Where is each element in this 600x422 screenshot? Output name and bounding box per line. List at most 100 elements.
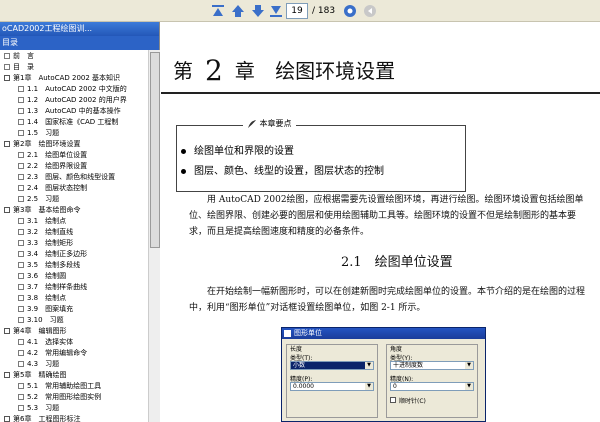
expand-toggle-icon[interactable] [4,141,10,147]
chevron-down-icon: ▼ [365,383,373,390]
bookmark-label: 1.4 国家标准《CAD 工程制 [27,118,119,126]
bookmark-item[interactable]: 前 言 [4,52,34,61]
bookmark-icon [18,174,24,180]
bookmark-item[interactable]: 1.4 国家标准《CAD 工程制 [18,118,118,127]
angle-type-select[interactable]: 十进制度数 ▼ [390,361,474,370]
bookmark-item[interactable]: 3.3 绘制矩形 [18,239,73,248]
chapter-number: 2 [205,54,223,87]
bookmark-item[interactable]: 5.2 常用图形绘图实例 [18,393,101,402]
bookmark-item[interactable]: 第1章 AutoCAD 2002 基本知识 [4,74,120,83]
bookmark-item[interactable]: 3.6 绘制圆 [18,272,66,281]
bookmark-icon [18,229,24,235]
bookmark-label: 第1章 AutoCAD 2002 基本知识 [13,74,121,82]
bookmark-label: 3.1 绘制点 [27,217,67,225]
bookmark-label: 第2章 绘图环境设置 [13,140,81,148]
bookmark-item[interactable]: 2.4 图层状态控制 [18,184,87,193]
bookmark-label: 2.2 绘图界限设置 [27,162,88,170]
bookmark-item[interactable]: 3.4 绘制正多边形 [18,250,87,259]
bookmark-label: 5.1 常用辅助绘图工具 [27,382,102,390]
bookmark-label: 2.4 图层状态控制 [27,184,88,192]
bookmark-label: 前 言 [13,52,34,60]
angle-group: 角度 类型(Y): 十进制度数 ▼ 精度(N): 0 ▼ 顺时针(C) [386,344,478,418]
bookmark-item[interactable]: 3.8 绘制点 [18,294,66,303]
bookmark-item[interactable]: 1.2 AutoCAD 2002 的用户界 [18,96,127,105]
bookmark-item[interactable]: 3.2 绘制直线 [18,228,73,237]
length-precision-select[interactable]: 0.0000 ▼ [290,382,374,391]
bookmark-label: 1.1 AutoCAD 2002 中文版的 [27,85,127,93]
bookmark-tree: 前 言目 录第1章 AutoCAD 2002 基本知识 1.1 AutoCAD 2… [0,50,148,422]
bookmark-item[interactable]: 2.1 绘图单位设置 [18,151,87,160]
bookmark-item[interactable]: 2.3 图层、颜色和线型设置 [18,173,115,182]
bookmark-item[interactable]: 1.1 AutoCAD 2002 中文版的 [18,85,127,94]
chapter-rule [161,92,600,94]
units-dialog-figure: 图形单位 长度 类型(T): 小数 ▼ 精度(P): 0.0000 ▼ 角度 类… [281,327,486,422]
bookmark-item[interactable]: 第4章 编辑图形 [4,327,66,336]
clockwise-checkbox[interactable] [390,397,396,403]
bookmark-item[interactable]: 第3章 基本绘图命令 [4,206,80,215]
bookmark-label: 第5章 精确绘图 [13,371,67,379]
expand-toggle-icon[interactable] [4,207,10,213]
bookmark-item[interactable]: 4.3 习题 [18,360,59,369]
bookmark-label: 3.6 绘制圆 [27,272,67,280]
section-title: 2.1 绘图单位设置 [341,255,453,270]
chevron-down-icon: ▼ [465,383,473,390]
bookmark-item[interactable]: 5.3 习题 [18,404,59,413]
key-point-text: 图层、颜色、线型的设置，图层状态的控制 [194,166,384,177]
next-page-icon[interactable] [250,3,266,19]
bookmark-item[interactable]: 1.3 AutoCAD 中的基本操作 [18,107,121,116]
length-precision-value: 0.0000 [293,383,314,390]
bookmark-icon [18,361,24,367]
key-points-label: 本章要点 [243,118,296,129]
panel-title: oCAD2002工程绘图训... [0,22,159,36]
bookmark-label: 4.3 习题 [27,360,60,368]
angle-precision-select[interactable]: 0 ▼ [390,382,474,391]
bookmark-label: 3.2 绘制直线 [27,228,74,236]
decoration-icon [248,119,256,128]
previous-page-icon[interactable] [230,3,246,19]
length-type-select[interactable]: 小数 ▼ [290,361,374,370]
key-point-text: 绘图单位和界限的设置 [194,146,294,157]
bookmark-item[interactable]: 3.10 习题 [18,316,64,325]
bookmark-item[interactable]: 目 录 [4,63,34,72]
chapter-title-text: 绘图环境设置 [275,59,396,83]
bookmark-item[interactable]: 2.2 绘图界限设置 [18,162,87,171]
bookmark-label: 3.9 图案填充 [27,305,74,313]
bookmark-item[interactable]: 4.1 选择实体 [18,338,73,347]
bookmark-item[interactable]: 3.9 图案填充 [18,305,73,314]
expand-toggle-icon[interactable] [4,328,10,334]
bullet-icon [181,148,186,154]
bookmark-item[interactable]: 3.5 绘制多段线 [18,261,80,270]
last-page-icon[interactable] [268,3,284,19]
key-points-box [176,125,466,192]
bookmark-icon [18,196,24,202]
chevron-down-icon: ▼ [365,362,373,369]
bookmark-item[interactable]: 3.7 绘制样条曲线 [18,283,87,292]
expand-toggle-icon[interactable] [4,416,10,422]
intro-paragraph: 用 AutoCAD 2002绘图，应根据需要先设置绘图环境，再进行绘图。绘图环境… [189,195,584,237]
bookmark-label: 1.5 习题 [27,129,60,137]
angle-group-label: 角度 [390,346,403,353]
bullet-icon [181,168,186,174]
key-point-item: 绘图单位和界限的设置 [181,142,294,157]
bookmark-item[interactable]: 第6章 工程图形标注 [4,415,80,422]
bookmark-icon [18,262,24,268]
bookmark-item[interactable]: 4.2 常用编辑命令 [18,349,87,358]
bookmark-item[interactable]: 1.5 习题 [18,129,59,138]
expand-toggle-icon[interactable] [4,372,10,378]
bookmark-item[interactable]: 第5章 精确绘图 [4,371,66,380]
bookmark-label: 1.3 AutoCAD 中的基本操作 [27,107,121,115]
bookmark-item[interactable]: 3.1 绘制点 [18,217,66,226]
vertical-scrollbar[interactable] [148,50,160,422]
page-number-input[interactable]: 19 [286,3,308,19]
bookmark-item[interactable]: 5.1 常用辅助绘图工具 [18,382,101,391]
bookmark-label: 3.10 习题 [27,316,64,324]
scrollbar-thumb[interactable] [150,52,160,248]
expand-toggle-icon[interactable] [4,75,10,81]
first-page-icon[interactable] [210,3,226,19]
bookmark-item[interactable]: 2.5 习题 [18,195,59,204]
bookmark-item[interactable]: 第2章 绘图环境设置 [4,140,80,149]
bookmark-label: 4.2 常用编辑命令 [27,349,88,357]
go-icon[interactable] [342,3,358,19]
dialog-titlebar: 图形单位 [282,328,485,339]
back-icon[interactable] [362,3,378,19]
